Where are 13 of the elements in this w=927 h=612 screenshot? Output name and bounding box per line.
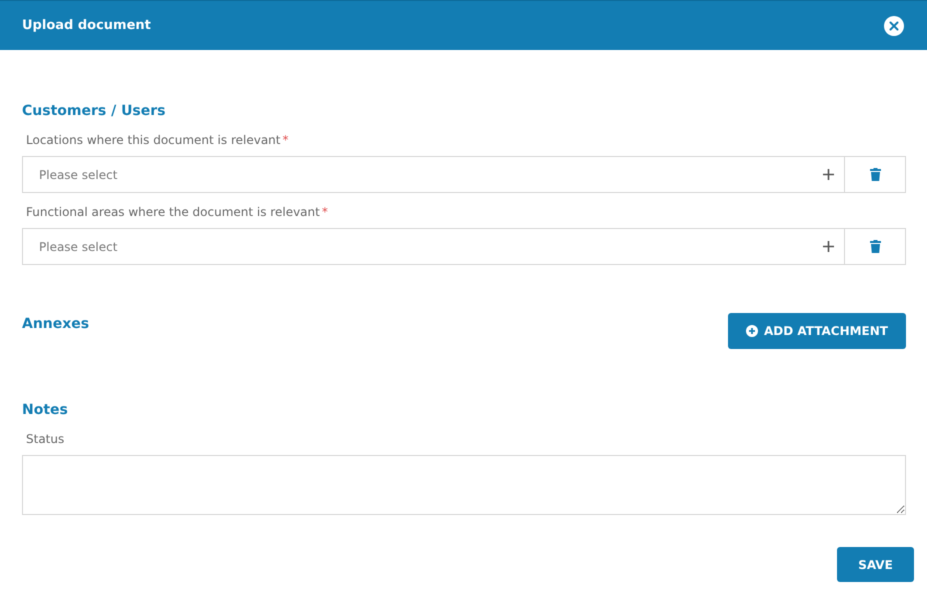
section-heading: Annexes <box>22 315 90 334</box>
field-label: Status <box>26 432 64 447</box>
section-heading: Notes <box>22 401 69 420</box>
field-label: Locations where this document is relevant <box>26 133 280 148</box>
add-attachment-button[interactable]: ADD ATTACHMENT <box>728 313 906 349</box>
save-button[interactable]: SAVE <box>837 547 914 582</box>
field-label: Functional areas where the document is relevant <box>26 205 320 220</box>
close-icon[interactable] <box>884 16 904 36</box>
plus-circle-icon <box>746 325 758 337</box>
required-mark: * <box>322 205 328 220</box>
required-mark: * <box>282 133 288 148</box>
dialog-title: Upload document <box>22 18 151 33</box>
section-heading: Customers / Users <box>22 102 166 121</box>
